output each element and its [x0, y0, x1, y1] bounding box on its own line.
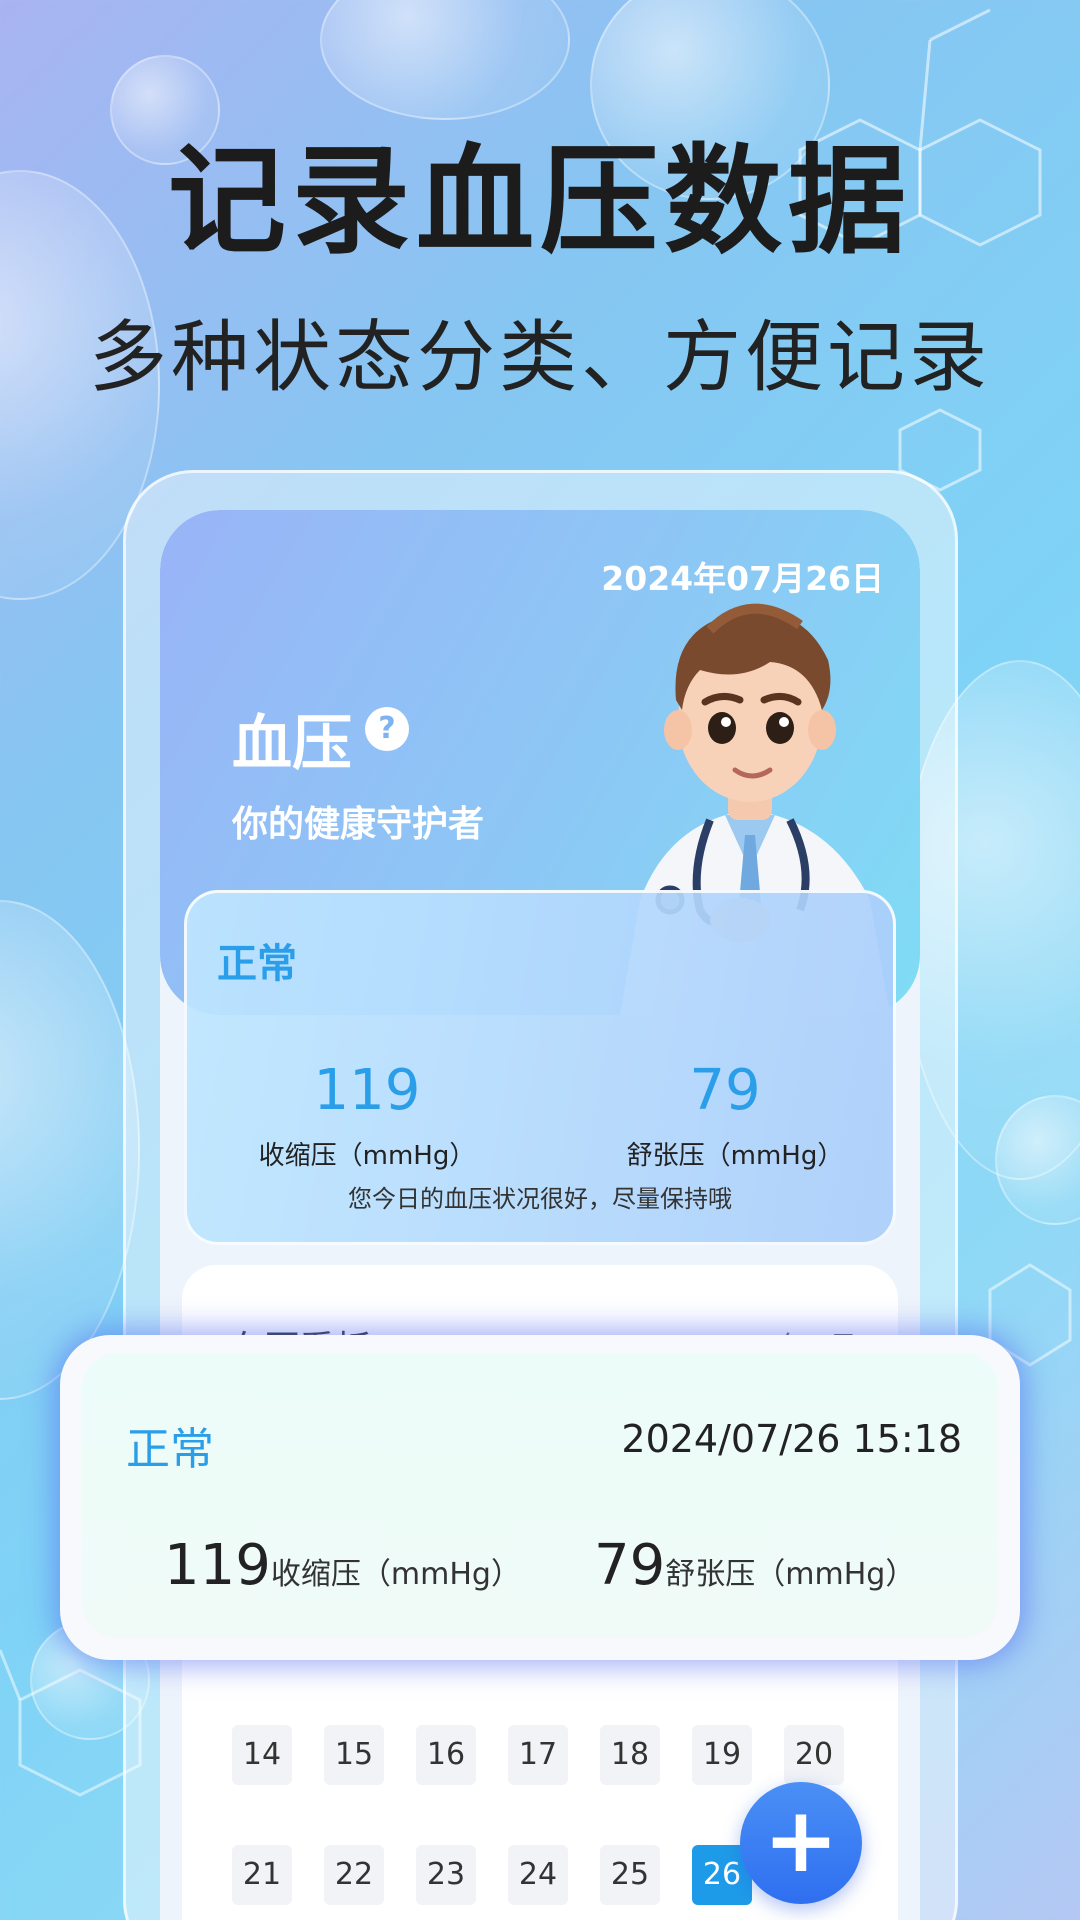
- record-diastolic: 79舒张压（mmHg）: [594, 1533, 915, 1598]
- record-datetime: 2024/07/26 15:18: [621, 1417, 962, 1461]
- add-record-button[interactable]: +: [740, 1782, 862, 1904]
- calendar-day[interactable]: 24: [508, 1845, 568, 1905]
- calendar-day[interactable]: 21: [232, 1845, 292, 1905]
- record-card-inner: 正常 2024/07/26 15:18 119收缩压（mmHg） 79舒张压（m…: [82, 1353, 998, 1638]
- systolic-value: 119: [313, 1058, 421, 1123]
- record-status: 正常: [126, 1424, 214, 1475]
- status-card: 正常 119 收缩压（mmHg） 79 舒张压（mmHg） 您今日的血压状况很好…: [184, 890, 896, 1245]
- calendar-day[interactable]: 16: [416, 1725, 476, 1785]
- diastolic-value: 79: [689, 1058, 761, 1123]
- record-systolic: 119收缩压（mmHg）: [164, 1533, 521, 1598]
- help-icon[interactable]: ?: [365, 707, 409, 751]
- record-diastolic-label: 舒张压（mmHg）: [665, 1557, 916, 1592]
- hero-title: 记录血压数据: [167, 132, 912, 270]
- diastolic-label: 舒张压（mmHg）: [626, 1141, 844, 1171]
- calendar-day[interactable]: 19: [692, 1725, 752, 1785]
- calendar-day[interactable]: 15: [324, 1725, 384, 1785]
- header-slogan: 你的健康守护者: [232, 804, 485, 845]
- record-diastolic-value: 79: [594, 1533, 666, 1598]
- status-message: 您今日的血压状况很好，尽量保持哦: [348, 1185, 732, 1213]
- page-title: 血压: [232, 709, 352, 779]
- calendar-day[interactable]: 17: [508, 1725, 568, 1785]
- calendar-day[interactable]: 23: [416, 1845, 476, 1905]
- calendar-day[interactable]: 14: [232, 1725, 292, 1785]
- calendar-day[interactable]: 20: [784, 1725, 844, 1785]
- status-label: 正常: [217, 941, 297, 987]
- plus-icon: +: [763, 1788, 839, 1893]
- systolic-label: 收缩压（mmHg）: [258, 1141, 476, 1171]
- hero-subtitle: 多种状态分类、方便记录: [88, 313, 991, 403]
- record-card[interactable]: 正常 2024/07/26 15:18 119收缩压（mmHg） 79舒张压（m…: [60, 1335, 1020, 1660]
- calendar-day[interactable]: 25: [600, 1845, 660, 1905]
- record-systolic-value: 119: [164, 1533, 271, 1598]
- app-screen: 2024年07月26日 血压 ? 你的健康守护者 正常 119 收缩压（mmHg…: [160, 510, 920, 1920]
- calendar-day[interactable]: 18: [600, 1725, 660, 1785]
- record-systolic-label: 收缩压（mmHg）: [270, 1557, 521, 1592]
- calendar-day[interactable]: 22: [324, 1845, 384, 1905]
